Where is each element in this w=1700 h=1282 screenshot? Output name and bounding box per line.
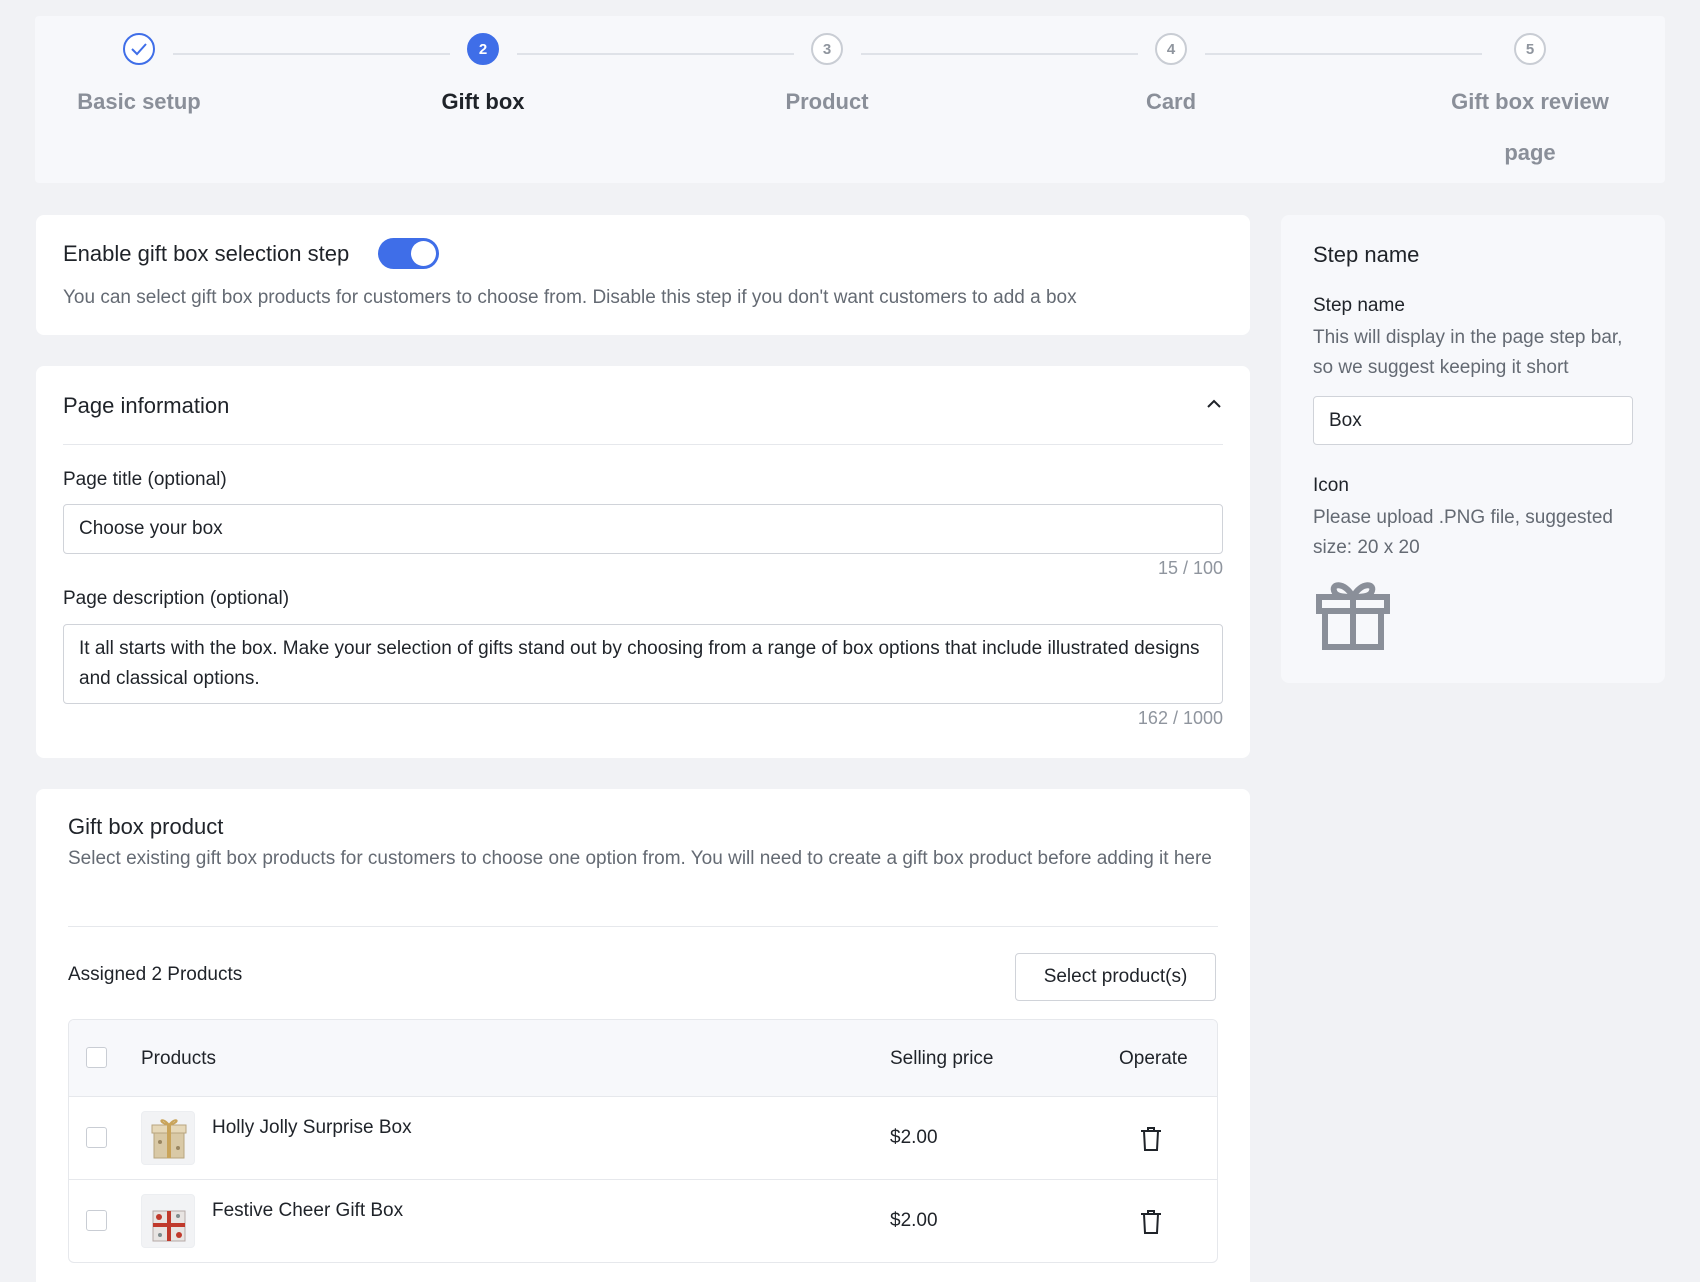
select-products-button[interactable]: Select product(s): [1015, 953, 1216, 1001]
gift-box-product-title: Gift box product: [68, 814, 224, 839]
enable-step-description: You can select gift box products for cus…: [63, 287, 1077, 308]
products-table: Products Selling price Operate Holly Jol…: [68, 1019, 1218, 1263]
step-label-line1: Gift box review: [1451, 89, 1609, 114]
page-title-input[interactable]: Choose your box: [63, 504, 1223, 554]
step-label: Gift box review page: [1415, 76, 1645, 178]
page-description-textarea[interactable]: It all starts with the box. Make your se…: [63, 624, 1223, 704]
page-description-counter: 162 / 1000: [1137, 708, 1223, 728]
table-row: Festive Cheer Gift Box $2.00: [69, 1180, 1217, 1262]
step-name-label: Step name: [1313, 295, 1405, 316]
step-label: Gift box: [441, 89, 525, 114]
step-connector: [861, 53, 1138, 55]
row-checkbox[interactable]: [86, 1210, 107, 1231]
assigned-products-count: Assigned 2 Products: [68, 964, 243, 985]
step-number: 3: [811, 33, 843, 65]
product-thumbnail: [141, 1194, 195, 1248]
section-divider: [68, 926, 1218, 927]
trash-icon[interactable]: [1139, 1126, 1163, 1152]
page-information-title: Page information: [63, 393, 230, 418]
step-label: Product: [785, 89, 869, 114]
gift-box-product-description: Select existing gift box products for cu…: [68, 848, 1212, 869]
table-row: Holly Jolly Surprise Box $2.00: [69, 1097, 1217, 1180]
page-title-counter: 15 / 100: [1157, 558, 1223, 578]
step-name-panel: Step name Step name This will display in…: [1281, 215, 1665, 683]
product-name: Holly Jolly Surprise Box: [212, 1117, 412, 1138]
section-divider: [63, 444, 1223, 445]
step-name-help: This will display in the page step bar, …: [1313, 327, 1623, 378]
step-label: Card: [1145, 89, 1197, 114]
product-price: $2.00: [890, 1210, 938, 1231]
step-number: 2: [467, 33, 499, 65]
gift-icon[interactable]: [1315, 575, 1391, 651]
step-number: 4: [1155, 33, 1187, 65]
page-information-card: Page information Page title (optional) C…: [36, 366, 1250, 758]
trash-icon[interactable]: [1139, 1209, 1163, 1235]
step-name-input[interactable]: Box: [1313, 396, 1633, 445]
header-products: Products: [141, 1048, 216, 1069]
product-name: Festive Cheer Gift Box: [212, 1200, 404, 1221]
product-price: $2.00: [890, 1127, 938, 1148]
enable-step-title: Enable gift box selection step: [63, 241, 350, 266]
product-thumbnail: [141, 1111, 195, 1165]
step-progress-bar: Basic setup 2 Gift box 3 Product 4 Card …: [35, 16, 1665, 183]
enable-step-card: Enable gift box selection step You can s…: [36, 215, 1250, 335]
header-selling-price: Selling price: [890, 1048, 994, 1069]
gift-box-product-card: Gift box product Select existing gift bo…: [36, 789, 1250, 1282]
icon-label: Icon: [1313, 475, 1349, 496]
page-title-label: Page title (optional): [63, 469, 227, 490]
table-header: Products Selling price Operate: [69, 1020, 1217, 1097]
step-number: 5: [1514, 33, 1546, 65]
icon-help: Please upload .PNG file, suggested size:…: [1313, 507, 1613, 558]
chevron-up-icon[interactable]: [1204, 394, 1224, 414]
step-label-line2: page: [1504, 140, 1556, 165]
page-description-label: Page description (optional): [63, 588, 290, 609]
check-icon: [123, 33, 155, 65]
step-connector: [173, 53, 450, 55]
select-all-checkbox[interactable]: [86, 1047, 107, 1068]
header-operate: Operate: [1119, 1048, 1188, 1069]
step-label: Basic setup: [77, 89, 201, 114]
step-name-panel-title: Step name: [1313, 242, 1420, 267]
step-connector: [1205, 53, 1482, 55]
row-checkbox[interactable]: [86, 1127, 107, 1148]
step-connector: [517, 53, 794, 55]
toggle-knob: [411, 241, 436, 266]
enable-step-toggle[interactable]: [378, 238, 439, 269]
